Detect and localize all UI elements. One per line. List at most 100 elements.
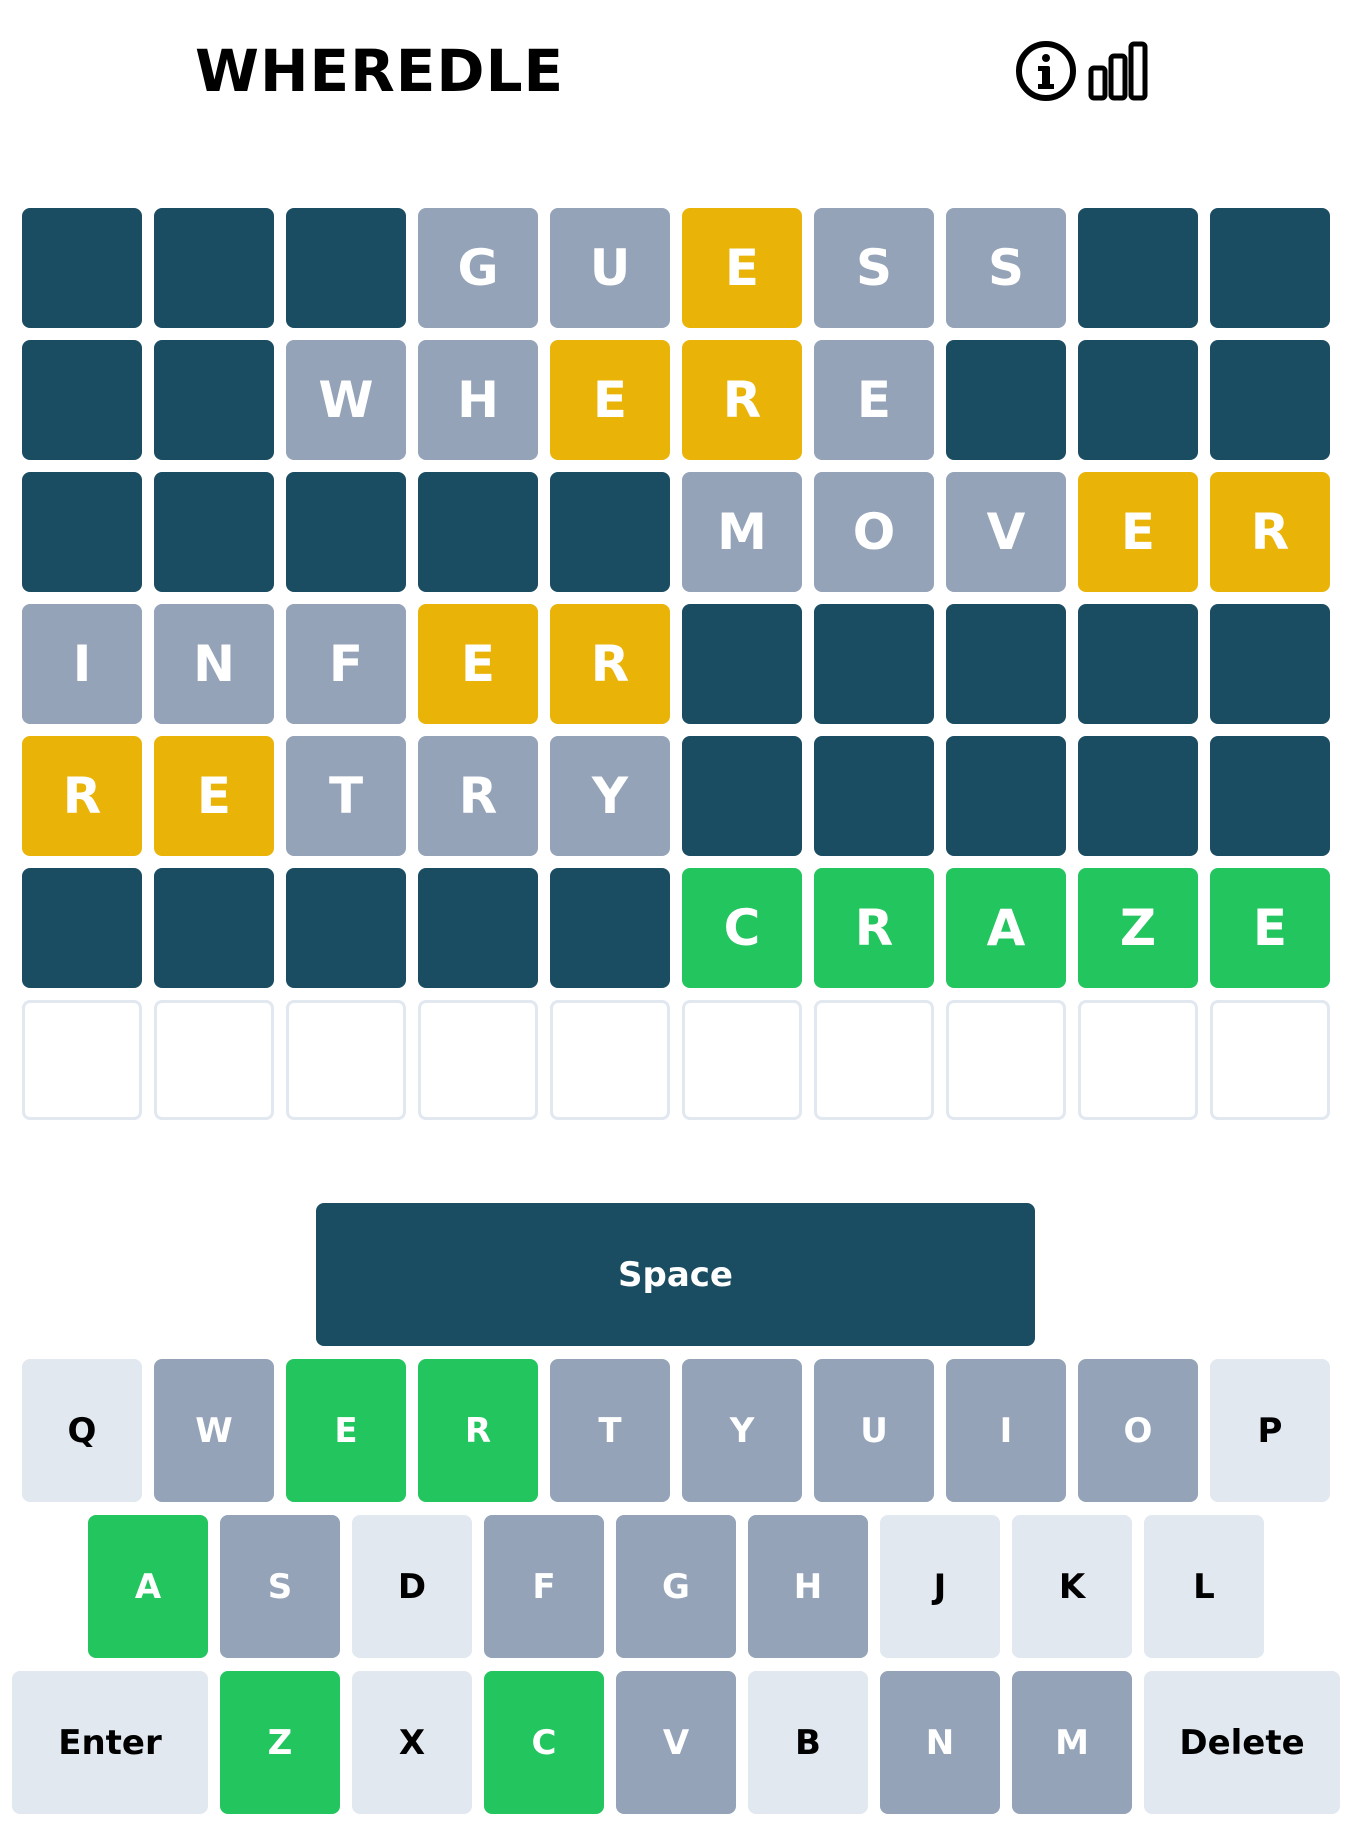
board-tile: S xyxy=(814,208,934,328)
key-f[interactable]: F xyxy=(484,1515,604,1658)
board-tile xyxy=(946,604,1066,724)
board-tile xyxy=(682,604,802,724)
board-tile xyxy=(1210,604,1330,724)
board-tile xyxy=(418,1000,538,1120)
key-i[interactable]: I xyxy=(946,1359,1066,1502)
board-tile: A xyxy=(946,868,1066,988)
board-tile xyxy=(154,208,274,328)
keyboard-row-1: QWERTYUIOP xyxy=(22,1359,1330,1502)
key-enter[interactable]: Enter xyxy=(12,1671,208,1814)
keyboard-row-2: ASDFGHJKL xyxy=(88,1515,1264,1658)
board-tile: R xyxy=(682,340,802,460)
key-space[interactable]: Space xyxy=(316,1203,1035,1346)
board-tile: S xyxy=(946,208,1066,328)
board-tile xyxy=(286,472,406,592)
board-tile: C xyxy=(682,868,802,988)
key-v[interactable]: V xyxy=(616,1671,736,1814)
header-icons xyxy=(1015,40,1149,102)
board-tile xyxy=(286,208,406,328)
key-m[interactable]: M xyxy=(1012,1671,1132,1814)
key-z[interactable]: Z xyxy=(220,1671,340,1814)
board-tile: E xyxy=(814,340,934,460)
board-tile xyxy=(814,736,934,856)
board-tile xyxy=(22,1000,142,1120)
board-row: GUESS xyxy=(22,208,1330,328)
key-l[interactable]: L xyxy=(1144,1515,1264,1658)
board-tile xyxy=(1210,208,1330,328)
board-tile xyxy=(550,868,670,988)
board-row: MOVER xyxy=(22,472,1330,592)
board-tile: E xyxy=(1210,868,1330,988)
board-tile xyxy=(286,1000,406,1120)
stats-icon[interactable] xyxy=(1087,40,1149,102)
key-s[interactable]: S xyxy=(220,1515,340,1658)
board-row: WHERE xyxy=(22,340,1330,460)
game-board: GUESSWHEREMOVERINFERRETRYCRAZE xyxy=(22,208,1330,1132)
key-x[interactable]: X xyxy=(352,1671,472,1814)
board-row xyxy=(22,1000,1330,1120)
board-tile xyxy=(946,736,1066,856)
board-tile xyxy=(1078,604,1198,724)
board-tile xyxy=(154,472,274,592)
board-tile: M xyxy=(682,472,802,592)
board-tile xyxy=(154,1000,274,1120)
board-tile xyxy=(154,868,274,988)
board-tile xyxy=(946,1000,1066,1120)
board-tile: R xyxy=(22,736,142,856)
key-e[interactable]: E xyxy=(286,1359,406,1502)
keyboard-row-3: Enter Z X C V B N M Delete xyxy=(12,1671,1340,1814)
board-tile: Y xyxy=(550,736,670,856)
key-w[interactable]: W xyxy=(154,1359,274,1502)
board-tile: E xyxy=(550,340,670,460)
board-row: INFER xyxy=(22,604,1330,724)
board-tile xyxy=(1078,340,1198,460)
board-tile: I xyxy=(22,604,142,724)
key-n[interactable]: N xyxy=(880,1671,1000,1814)
header: WHEREDLE xyxy=(0,0,1362,150)
key-r[interactable]: R xyxy=(418,1359,538,1502)
key-u[interactable]: U xyxy=(814,1359,934,1502)
board-tile: R xyxy=(814,868,934,988)
key-h[interactable]: H xyxy=(748,1515,868,1658)
board-tile: T xyxy=(286,736,406,856)
board-tile: O xyxy=(814,472,934,592)
board-tile: H xyxy=(418,340,538,460)
key-d[interactable]: D xyxy=(352,1515,472,1658)
board-tile xyxy=(814,1000,934,1120)
board-tile xyxy=(1078,1000,1198,1120)
key-b[interactable]: B xyxy=(748,1671,868,1814)
board-tile: R xyxy=(550,604,670,724)
board-tile xyxy=(22,208,142,328)
key-c[interactable]: C xyxy=(484,1671,604,1814)
board-tile: W xyxy=(286,340,406,460)
board-tile: U xyxy=(550,208,670,328)
key-j[interactable]: J xyxy=(880,1515,1000,1658)
key-t[interactable]: T xyxy=(550,1359,670,1502)
board-tile xyxy=(814,604,934,724)
info-icon[interactable] xyxy=(1015,40,1077,102)
key-a[interactable]: A xyxy=(88,1515,208,1658)
key-y[interactable]: Y xyxy=(682,1359,802,1502)
board-tile xyxy=(22,472,142,592)
key-o[interactable]: O xyxy=(1078,1359,1198,1502)
board-tile xyxy=(1210,340,1330,460)
board-tile: R xyxy=(1210,472,1330,592)
board-tile xyxy=(1078,208,1198,328)
key-q[interactable]: Q xyxy=(22,1359,142,1502)
key-p[interactable]: P xyxy=(1210,1359,1330,1502)
board-tile xyxy=(418,472,538,592)
key-delete[interactable]: Delete xyxy=(1144,1671,1340,1814)
board-tile xyxy=(550,472,670,592)
board-tile xyxy=(418,868,538,988)
board-tile: Z xyxy=(1078,868,1198,988)
key-g[interactable]: G xyxy=(616,1515,736,1658)
board-tile: V xyxy=(946,472,1066,592)
board-tile xyxy=(1210,736,1330,856)
board-tile xyxy=(22,868,142,988)
board-tile xyxy=(946,340,1066,460)
board-tile: R xyxy=(418,736,538,856)
key-k[interactable]: K xyxy=(1012,1515,1132,1658)
board-tile: E xyxy=(154,736,274,856)
board-tile: G xyxy=(418,208,538,328)
board-row: RETRY xyxy=(22,736,1330,856)
